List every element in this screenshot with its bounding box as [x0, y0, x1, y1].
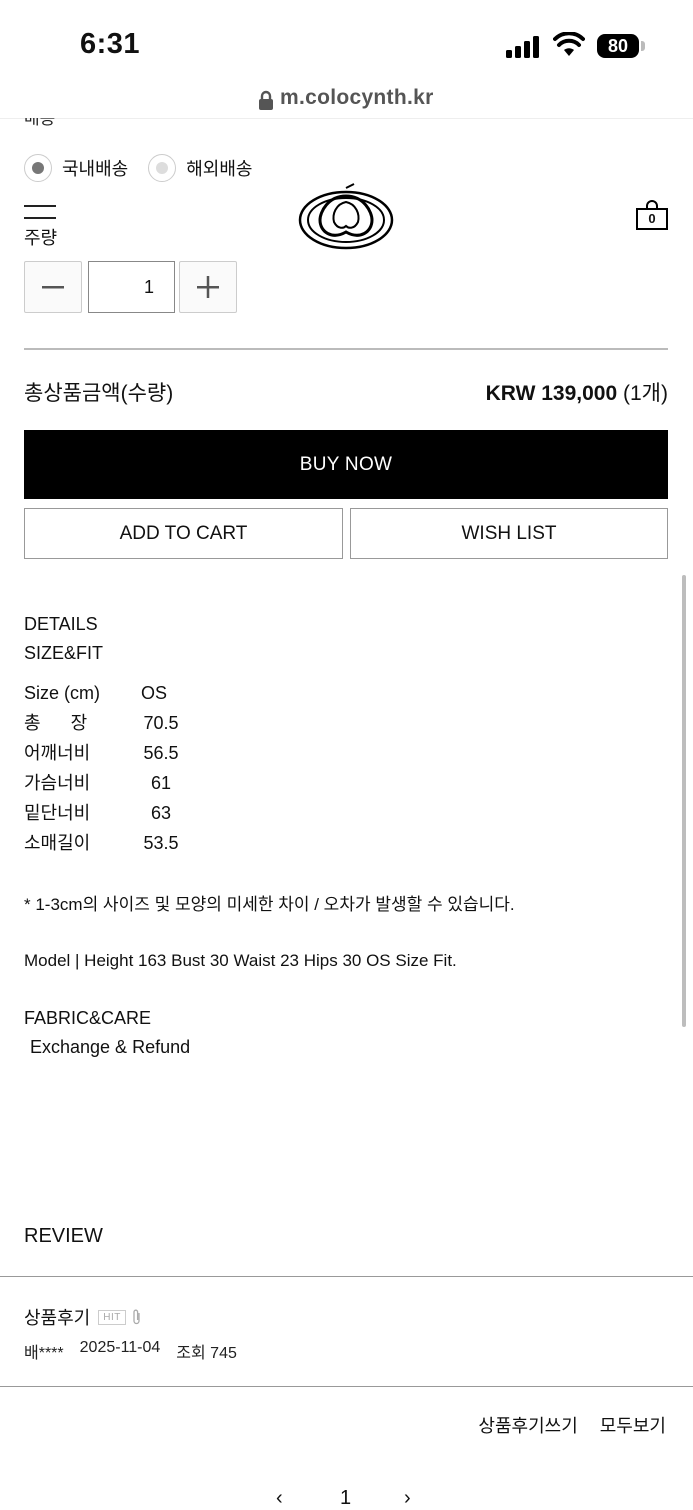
review-divider-bottom — [0, 1386, 693, 1387]
size-value: 63 — [150, 803, 172, 823]
review-divider-top — [0, 1276, 693, 1277]
review-post-title-text: 상품후기 — [24, 1308, 91, 1328]
size-value: 53.5 — [143, 833, 179, 853]
size-note: * 1-3cm의 사이즈 및 모양의 미세한 차이 / 오차가 발생할 수 있습… — [24, 895, 515, 914]
add-to-cart-button[interactable]: ADD TO CART — [24, 508, 343, 559]
size-value: 61 — [150, 773, 172, 793]
radio-domestic-label: 국내배송 — [62, 159, 129, 179]
brand-logo[interactable] — [298, 182, 394, 252]
cart-count: 0 — [648, 211, 656, 226]
quantity-input[interactable]: 1 — [88, 261, 175, 313]
url-text[interactable]: m.colocynth.kr — [280, 86, 434, 110]
size-key: Size (cm) — [24, 683, 100, 703]
hit-badge: HIT — [98, 1309, 126, 1325]
size-fit-title: SIZE&FIT — [24, 643, 104, 663]
url-divider — [0, 118, 693, 119]
total-price: KRW 139,000 (1개) — [486, 377, 668, 407]
radio-overseas[interactable] — [148, 154, 177, 182]
scrollbar[interactable] — [682, 575, 686, 1027]
size-row: 밑단너비 63 — [24, 798, 181, 828]
pagination-next[interactable]: › — [404, 1487, 411, 1510]
battery-icon: 80 — [597, 34, 639, 58]
view-all-link[interactable]: 모두보기 — [600, 1412, 666, 1438]
pagination: ‹ 1 › — [270, 1487, 430, 1510]
review-date: 2025-11-04 — [79, 1339, 161, 1356]
total-count: (1개) — [623, 382, 668, 405]
wifi-icon — [553, 32, 585, 56]
total-divider — [24, 348, 668, 350]
menu-icon[interactable] — [24, 205, 56, 221]
size-row: 가슴너비 61 — [24, 768, 181, 798]
quantity-label: 주량 — [24, 228, 58, 248]
buy-now-button[interactable]: BUY NOW — [24, 430, 668, 499]
attachment-icon — [133, 1309, 140, 1325]
pagination-prev[interactable]: ‹ — [276, 1487, 283, 1510]
minus-icon — [42, 286, 64, 289]
model-info: Model | Height 163 Bust 30 Waist 23 Hips… — [24, 951, 457, 970]
battery-nub — [641, 41, 645, 51]
lock-icon — [259, 90, 273, 110]
write-review-link[interactable]: 상품후기쓰기 — [478, 1412, 577, 1438]
total-amount: KRW 139,000 — [485, 382, 618, 405]
size-key: 밑단너비 — [24, 803, 91, 823]
quantity-decrease-button[interactable] — [24, 261, 82, 313]
cart-icon[interactable]: 0 — [636, 200, 668, 230]
radio-domestic[interactable] — [24, 154, 52, 182]
size-row: 총 장 70.5 — [24, 708, 181, 738]
details-title: DETAILS — [24, 614, 98, 634]
review-meta: 배**** 2025-11-04 조회 745 — [24, 1339, 237, 1363]
size-key: 가슴너비 — [24, 773, 91, 793]
status-time: 6:31 — [80, 28, 141, 60]
review-title: REVIEW — [24, 1225, 103, 1247]
wish-list-button[interactable]: WISH LIST — [350, 508, 668, 559]
review-views: 조회 745 — [176, 1345, 237, 1362]
size-value: 56.5 — [143, 743, 179, 763]
review-post-title[interactable]: 상품후기 HIT — [24, 1304, 142, 1330]
pagination-page[interactable]: 1 — [340, 1487, 351, 1510]
size-value: OS — [141, 683, 168, 703]
size-value: 70.5 — [143, 713, 179, 733]
size-key: 소매길이 — [24, 833, 91, 853]
review-links: 상품후기쓰기 모두보기 — [478, 1412, 666, 1438]
size-row: Size (cm) OS — [24, 678, 181, 708]
shipping-label: 배송 — [24, 109, 56, 126]
size-key: 총 장 — [24, 713, 88, 733]
total-label: 총상품금액(수량) — [24, 382, 174, 405]
shipping-options: 국내배송 해외배송 — [24, 154, 273, 182]
size-key: 어깨너비 — [24, 743, 91, 763]
exchange-refund-link[interactable]: Exchange & Refund — [30, 1037, 190, 1058]
fabric-care-title: FABRIC&CARE — [24, 1008, 152, 1028]
size-row: 어깨너비 56.5 — [24, 738, 181, 768]
review-author: 배**** — [24, 1345, 64, 1362]
quantity-increase-button[interactable] — [179, 261, 237, 313]
radio-overseas-label: 해외배송 — [186, 159, 253, 179]
size-row: 소매길이 53.5 — [24, 828, 181, 858]
cellular-signal-icon — [506, 36, 544, 58]
size-table: Size (cm) OS 총 장 70.5 어깨너비 56.5 가슴너비 61 밑단너비… — [24, 678, 181, 858]
plus-icon — [197, 276, 219, 298]
